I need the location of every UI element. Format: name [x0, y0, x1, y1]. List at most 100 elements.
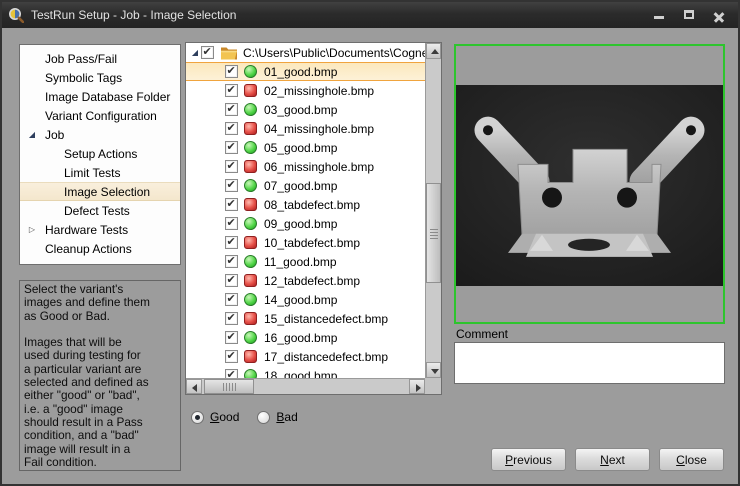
close-button[interactable]	[706, 5, 732, 24]
radio-good-label: Good	[210, 410, 239, 424]
nav-tree-item[interactable]: Hardware Tests	[20, 220, 180, 239]
item-checkbox[interactable]	[225, 84, 238, 97]
next-button[interactable]: Next	[575, 448, 650, 471]
right-arrow-icon	[416, 384, 421, 392]
previous-button[interactable]: Previous	[491, 448, 566, 471]
nav-tree-item[interactable]: Symbolic Tags	[20, 68, 180, 87]
status-ball-icon	[244, 179, 257, 192]
nav-tree-item[interactable]: Image Selection	[20, 182, 180, 201]
image-list-item[interactable]: 14_good.bmp	[186, 290, 425, 309]
close-dialog-button[interactable]: Close	[659, 448, 724, 471]
wizard-nav-tree: Job Pass/Fail Symbolic Tags Image Databa…	[19, 44, 181, 265]
image-list-item[interactable]: 01_good.bmp	[186, 62, 425, 81]
image-list-item[interactable]: 10_tabdefect.bmp	[186, 233, 425, 252]
folder-root-row[interactable]: C:\Users\Public\Documents\Cogne...	[186, 43, 425, 62]
image-list-item[interactable]: 06_missinghole.bmp	[186, 157, 425, 176]
maximize-button[interactable]	[676, 5, 702, 24]
tree-expander-icon[interactable]	[26, 225, 38, 234]
tree-expander-icon[interactable]	[26, 130, 38, 139]
radio-good[interactable]: Good	[191, 410, 239, 424]
image-list-item[interactable]: 11_good.bmp	[186, 252, 425, 271]
image-list-item[interactable]: 03_good.bmp	[186, 100, 425, 119]
status-ball-icon	[244, 141, 257, 154]
status-ball-icon	[244, 198, 257, 211]
item-checkbox[interactable]	[225, 103, 238, 116]
item-checkbox[interactable]	[225, 160, 238, 173]
app-magnifier-icon	[8, 7, 24, 23]
status-ball-icon	[244, 103, 257, 116]
image-list-item[interactable]: 04_missinghole.bmp	[186, 119, 425, 138]
radio-bad-circle[interactable]	[257, 411, 270, 424]
nav-tree-item[interactable]: Cleanup Actions	[20, 239, 180, 258]
scroll-down-button[interactable]	[426, 362, 441, 378]
radio-bad[interactable]: Bad	[257, 410, 297, 424]
item-checkbox[interactable]	[225, 236, 238, 249]
image-list-item[interactable]: 12_tabdefect.bmp	[186, 271, 425, 290]
image-list-item[interactable]: 18_good.bmp	[186, 366, 425, 378]
item-checkbox[interactable]	[225, 293, 238, 306]
item-checkbox[interactable]	[225, 369, 238, 378]
image-list-item[interactable]: 07_good.bmp	[186, 176, 425, 195]
down-arrow-icon	[431, 369, 439, 374]
image-list-item[interactable]: 02_missinghole.bmp	[186, 81, 425, 100]
image-list-item[interactable]: 08_tabdefect.bmp	[186, 195, 425, 214]
maximize-icon	[684, 10, 694, 19]
item-checkbox[interactable]	[225, 65, 238, 78]
image-filename: 03_good.bmp	[264, 103, 337, 117]
image-filename: 17_distancedefect.bmp	[264, 350, 388, 364]
status-ball-icon	[244, 84, 257, 97]
step-description: Select the variant's images and define t…	[19, 280, 181, 471]
horizontal-scrollbar[interactable]	[186, 378, 425, 394]
nav-tree-item[interactable]: Defect Tests	[20, 201, 180, 220]
item-checkbox[interactable]	[225, 255, 238, 268]
folder-checkbox[interactable]	[201, 46, 214, 59]
item-checkbox[interactable]	[225, 274, 238, 287]
item-checkbox[interactable]	[225, 331, 238, 344]
item-checkbox[interactable]	[225, 122, 238, 135]
image-filename: 09_good.bmp	[264, 217, 337, 231]
comment-input[interactable]	[454, 342, 725, 384]
scroll-left-button[interactable]	[186, 379, 202, 394]
image-preview-frame	[454, 44, 725, 324]
status-ball-icon	[244, 293, 257, 306]
image-filename: 07_good.bmp	[264, 179, 337, 193]
tree-expander-icon[interactable]	[189, 48, 201, 57]
item-checkbox[interactable]	[225, 350, 238, 363]
image-filename: 15_distancedefect.bmp	[264, 312, 388, 326]
radio-good-circle[interactable]	[191, 411, 204, 424]
nav-tree-item[interactable]: Limit Tests	[20, 163, 180, 182]
image-filename: 10_tabdefect.bmp	[264, 236, 360, 250]
vertical-scrollbar[interactable]	[425, 43, 441, 378]
image-list-item[interactable]: 17_distancedefect.bmp	[186, 347, 425, 366]
image-list-item[interactable]: 09_good.bmp	[186, 214, 425, 233]
nav-tree-item[interactable]: Image Database Folder	[20, 87, 180, 106]
minimize-button[interactable]	[646, 5, 672, 24]
image-filename: 14_good.bmp	[264, 293, 337, 307]
vertical-scroll-thumb[interactable]	[426, 183, 441, 283]
scroll-right-button[interactable]	[409, 379, 425, 394]
radio-bad-label: Bad	[276, 410, 297, 424]
classification-radio-group: Good Bad	[191, 410, 298, 424]
image-filename: 12_tabdefect.bmp	[264, 274, 360, 288]
item-checkbox[interactable]	[225, 217, 238, 230]
image-list-item[interactable]: 05_good.bmp	[186, 138, 425, 157]
image-list-item[interactable]: 15_distancedefect.bmp	[186, 309, 425, 328]
nav-tree-item[interactable]: Job Pass/Fail	[20, 49, 180, 68]
item-checkbox[interactable]	[225, 198, 238, 211]
item-checkbox[interactable]	[225, 179, 238, 192]
bracket-part-photo	[456, 85, 723, 286]
image-list-item[interactable]: 16_good.bmp	[186, 328, 425, 347]
comment-label: Comment	[456, 327, 508, 341]
image-filename: 18_good.bmp	[264, 369, 337, 379]
nav-tree-item[interactable]: Setup Actions	[20, 144, 180, 163]
horizontal-scroll-thumb[interactable]	[204, 379, 254, 394]
status-ball-icon	[244, 65, 257, 78]
title-bar[interactable]: TestRun Setup - Job - Image Selection	[2, 2, 738, 28]
nav-tree-item[interactable]: Variant Configuration	[20, 106, 180, 125]
scroll-up-button[interactable]	[426, 43, 441, 59]
folder-icon	[220, 46, 238, 60]
nav-tree-item[interactable]: Job	[20, 125, 180, 144]
image-filename: 01_good.bmp	[264, 65, 337, 79]
item-checkbox[interactable]	[225, 141, 238, 154]
item-checkbox[interactable]	[225, 312, 238, 325]
